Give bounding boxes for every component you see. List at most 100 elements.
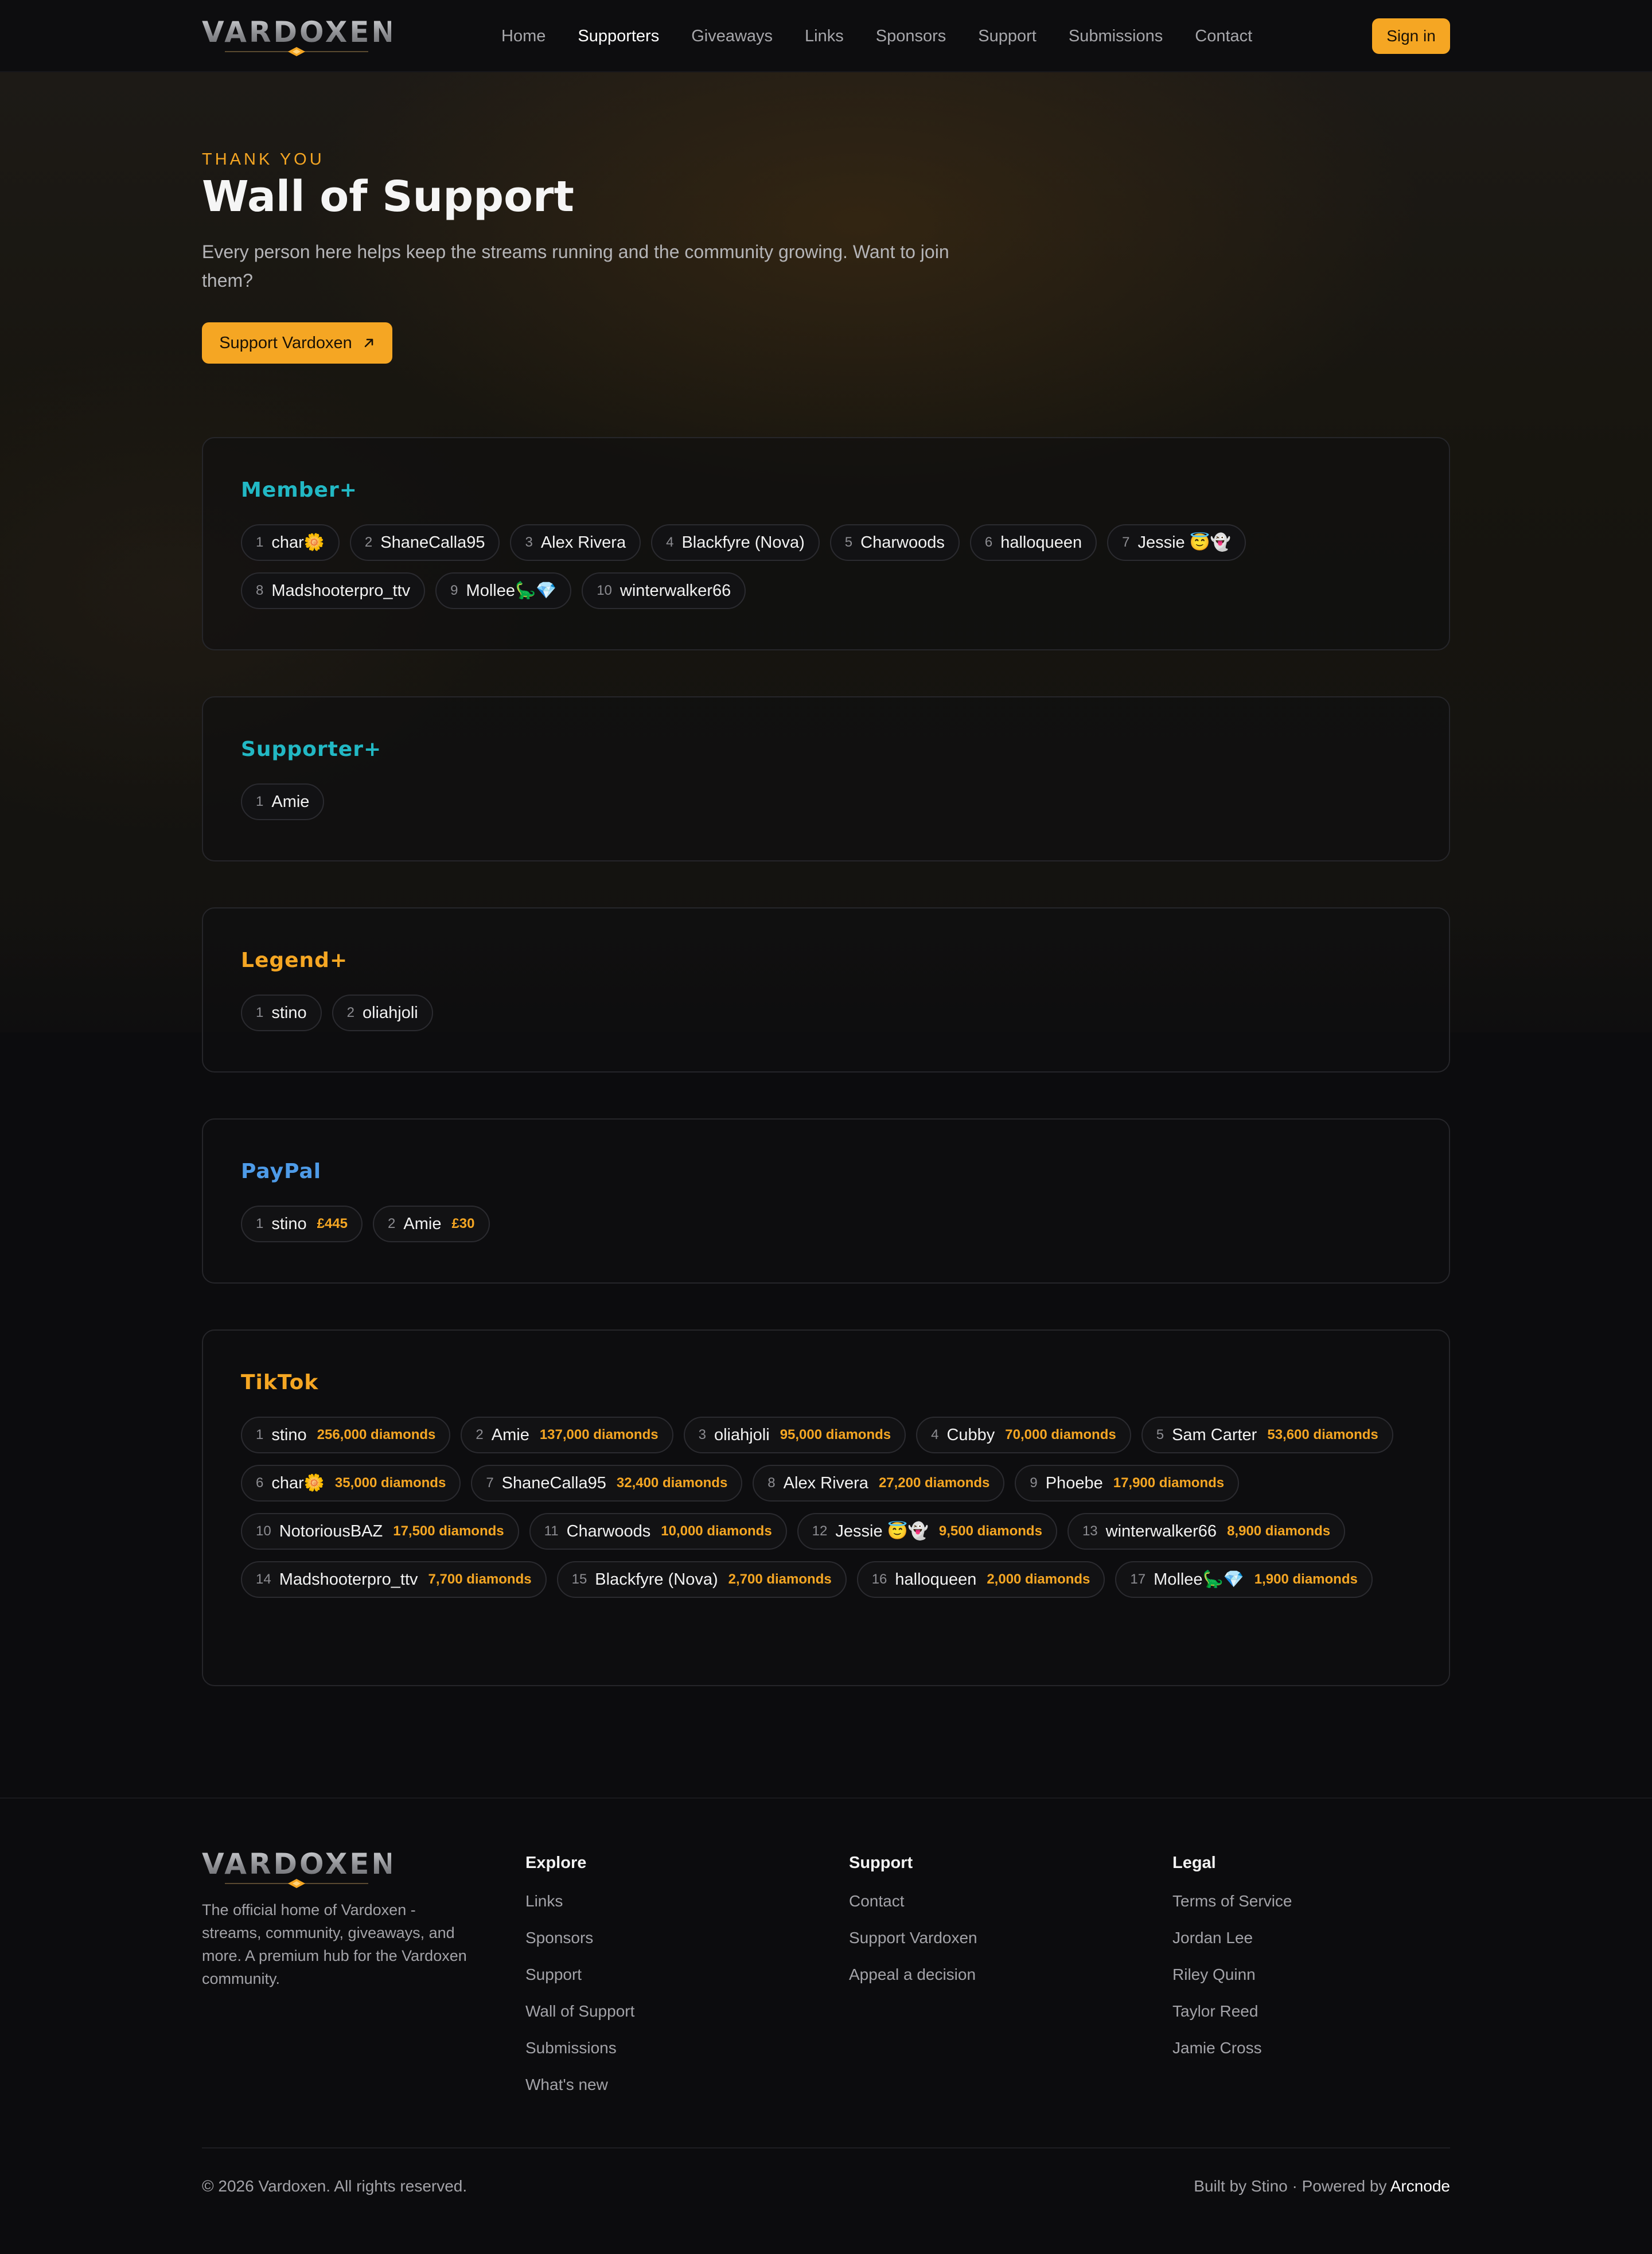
support-vardoxen-button[interactable]: Support Vardoxen	[202, 322, 392, 364]
footer-link[interactable]: Links	[525, 1892, 634, 1929]
supporter-chip: 15 Blackfyre (Nova) 2,700 diamonds	[556, 1561, 847, 1598]
copyright: © 2026 Vardoxen. All rights reserved.	[202, 2177, 467, 2195]
nav-sponsors[interactable]: Sponsors	[876, 27, 946, 46]
supporter-rank: 10	[597, 583, 612, 598]
supporter-name: Alex Rivera	[540, 533, 626, 552]
footer-link[interactable]: Sponsors	[525, 1929, 634, 1966]
supporter-chip: 4 Cubby 70,000 diamonds	[916, 1417, 1131, 1453]
footer-link[interactable]: Wall of Support	[525, 2002, 634, 2039]
supporter-rank: 6	[256, 1475, 264, 1491]
supporter-rank: 3	[525, 535, 533, 550]
supporter-rank: 3	[698, 1427, 706, 1442]
footer-column-explore: Explore Links Sponsors Support Wall of S…	[525, 1854, 634, 2112]
logo-emblem-icon	[225, 47, 368, 56]
hero-eyebrow: THANK YOU	[202, 150, 325, 169]
footer-heading: Explore	[525, 1854, 587, 1872]
supporter-chip: 6 halloqueen	[969, 524, 1097, 561]
supporter-name: Alex Rivera	[783, 1473, 868, 1492]
supporter-name: Jessie 😇👻	[1137, 533, 1231, 552]
footer-link[interactable]: Terms of Service	[1172, 1892, 1292, 1929]
supporter-chip: 1 stino £445	[241, 1206, 363, 1242]
nav-submissions[interactable]: Submissions	[1069, 27, 1163, 46]
supporter-name: halloqueen	[895, 1570, 977, 1589]
supporter-rank: 1	[256, 535, 264, 550]
supporter-name: Amie	[271, 792, 310, 811]
hero-subtitle: Every person here helps keep the streams…	[202, 241, 949, 291]
supporter-chip: 2 ShaneCalla95	[349, 524, 500, 561]
supporter-rank: 4	[666, 535, 674, 550]
footer-link[interactable]: Taylor Reed	[1172, 2002, 1292, 2039]
tier-title: Legend+	[241, 949, 348, 972]
supporter-rank: 7	[1122, 535, 1130, 550]
supporter-name: Sam Carter	[1172, 1425, 1257, 1444]
footer-heading: Support	[849, 1854, 913, 1872]
supporter-chip: 12 Jessie 😇👻 9,500 diamonds	[797, 1513, 1057, 1550]
footer-link[interactable]: Jamie Cross	[1172, 2039, 1292, 2076]
page-title: Wall of Support	[202, 172, 574, 221]
footer-logo[interactable]: VARDOXEN	[202, 1848, 395, 1888]
sign-in-button[interactable]: Sign in	[1372, 18, 1450, 54]
nav-supporters[interactable]: Supporters	[578, 27, 659, 46]
powered-by-link[interactable]: Arcnode	[1390, 2177, 1450, 2195]
supporter-amount: 17,500 diamonds	[393, 1523, 504, 1539]
footer-link[interactable]: Support	[525, 1966, 634, 2002]
supporter-amount: 137,000 diamonds	[539, 1427, 659, 1442]
supporter-chip: 17 Mollee🦕💎 1,900 diamonds	[1115, 1561, 1373, 1598]
supporter-amount: 53,600 diamonds	[1267, 1427, 1378, 1442]
top-nav: VARDOXEN Home Supporters Giveaways Links…	[0, 0, 1652, 72]
footer-link[interactable]: Riley Quinn	[1172, 1966, 1292, 2002]
supporter-rank: 2	[388, 1216, 396, 1231]
supporter-amount: 9,500 diamonds	[938, 1523, 1042, 1539]
supporter-rank: 16	[871, 1571, 887, 1587]
logo-emblem-icon	[225, 1879, 368, 1888]
footer-heading: Legal	[1172, 1854, 1216, 1872]
nav-contact[interactable]: Contact	[1195, 27, 1252, 46]
nav-support[interactable]: Support	[978, 27, 1037, 46]
supporter-chip-list: 1 Amie	[241, 783, 1411, 820]
supporter-rank: 12	[812, 1523, 828, 1539]
footer-link[interactable]: What's new	[525, 2076, 634, 2112]
supporter-name: stino	[271, 1003, 307, 1022]
logo-wordmark: VARDOXEN	[202, 15, 398, 49]
supporter-rank: 1	[256, 794, 264, 809]
supporter-rank: 17	[1130, 1571, 1146, 1587]
supporter-name: Charwoods	[566, 1522, 651, 1541]
tier-title: PayPal	[241, 1160, 322, 1183]
nav-links-page[interactable]: Links	[805, 27, 844, 46]
footer-link[interactable]: Jordan Lee	[1172, 1929, 1292, 1966]
supporter-chip: 8 Madshooterpro_ttv	[241, 572, 426, 609]
supporter-chip: 11 Charwoods 10,000 diamonds	[529, 1513, 787, 1550]
nav-links: Home Supporters Giveaways Links Sponsors…	[501, 0, 1252, 72]
supporter-name: oliahjoli	[714, 1425, 770, 1444]
footer-column-support: Support Contact Support Vardoxen Appeal …	[849, 1854, 977, 2002]
supporter-name: NotoriousBAZ	[279, 1522, 383, 1541]
built-by-text: Built by Stino · Powered by	[1194, 2177, 1390, 2195]
footer-description: The official home of Vardoxen - streams,…	[202, 1901, 467, 1987]
supporter-chip: 2 Amie 137,000 diamonds	[461, 1417, 673, 1453]
footer-link[interactable]: Support Vardoxen	[849, 1929, 977, 1966]
supporter-rank: 9	[1030, 1475, 1038, 1491]
supporter-rank: 2	[476, 1427, 484, 1442]
supporter-chip: 1 stino 256,000 diamonds	[241, 1417, 451, 1453]
nav-giveaways[interactable]: Giveaways	[691, 27, 773, 46]
footer-link[interactable]: Contact	[849, 1892, 977, 1929]
logo[interactable]: VARDOXEN	[202, 15, 398, 56]
supporter-amount: 27,200 diamonds	[878, 1475, 990, 1491]
footer-divider	[0, 1797, 1652, 1799]
footer-column-legal: Legal Terms of Service Jordan Lee Riley …	[1172, 1854, 1292, 2076]
footer-link[interactable]: Submissions	[525, 2039, 634, 2076]
supporter-name: Amie	[491, 1425, 529, 1444]
supporter-amount: 2,700 diamonds	[728, 1571, 832, 1587]
footer-link[interactable]: Appeal a decision	[849, 1966, 977, 2002]
supporter-chip: 13 winterwalker66 8,900 diamonds	[1067, 1513, 1346, 1550]
tier-card-member-plus: Member+ 1 char🌼 2 ShaneCalla95 3 Alex Rivera 4…	[202, 437, 1450, 650]
supporter-name: Jessie 😇👻	[835, 1522, 929, 1541]
supporter-name: Amie	[403, 1214, 442, 1233]
supporter-name: halloqueen	[1000, 533, 1082, 552]
supporter-rank: 8	[767, 1475, 776, 1491]
nav-home[interactable]: Home	[501, 27, 546, 46]
supporter-chip: 4 Blackfyre (Nova)	[651, 524, 820, 561]
supporter-chip: 16 halloqueen 2,000 diamonds	[856, 1561, 1105, 1598]
supporter-chip: 5 Sam Carter 53,600 diamonds	[1141, 1417, 1393, 1453]
tier-card-legend-plus: Legend+ 1 stino 2 oliahjoli	[202, 907, 1450, 1073]
